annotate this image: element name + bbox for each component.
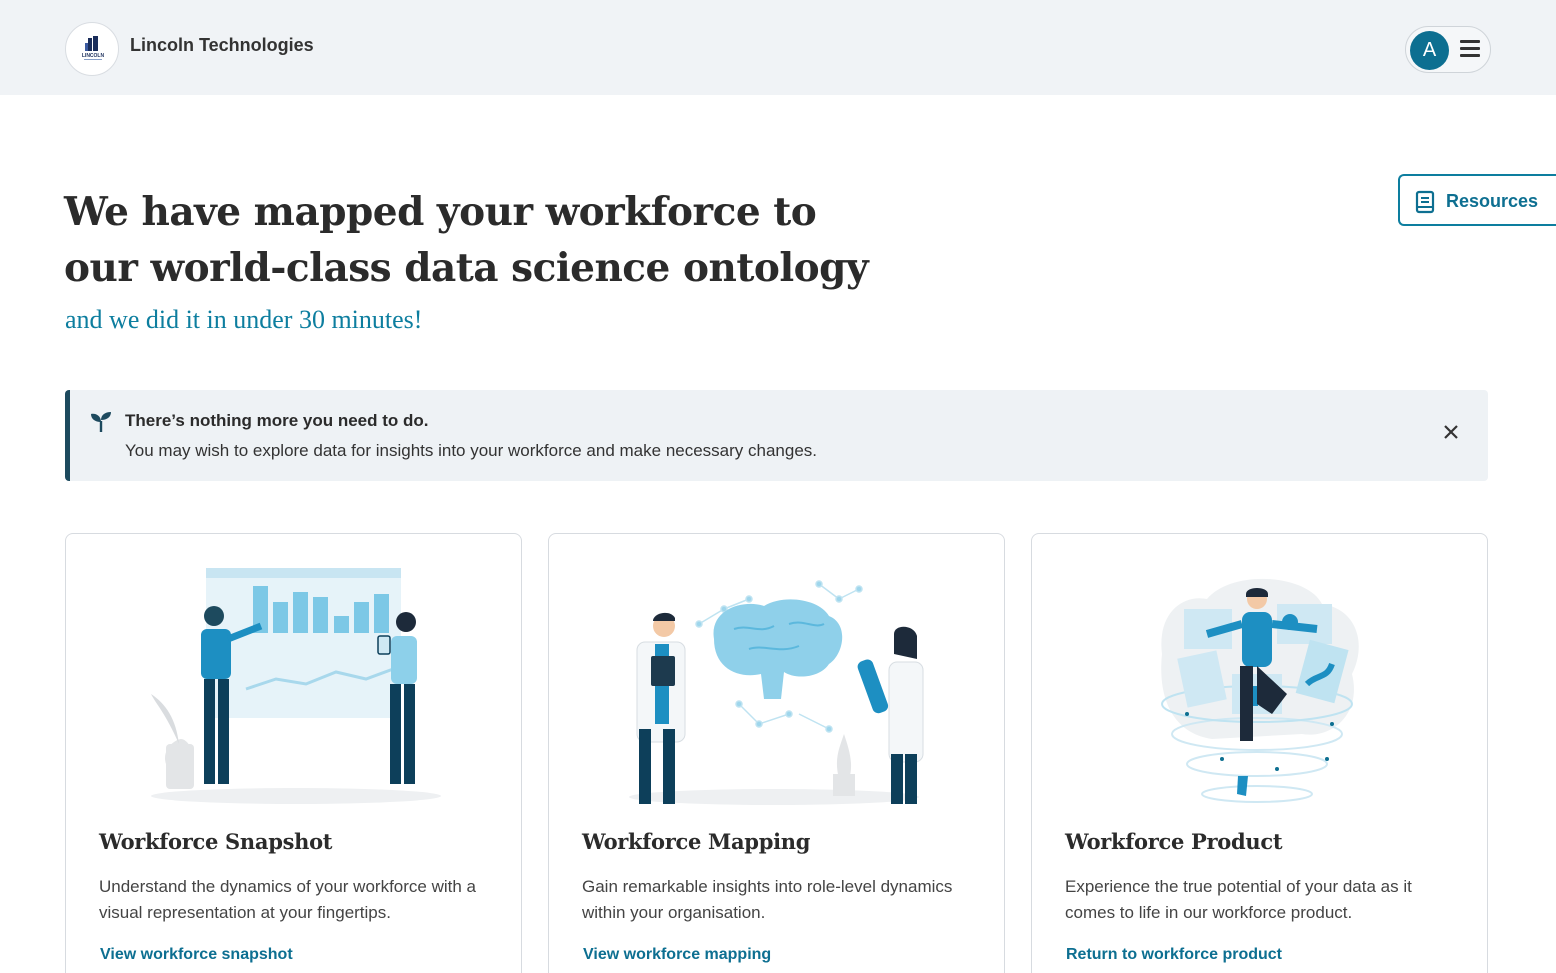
notice-body: You may wish to explore data for insight… xyxy=(125,441,818,460)
card-title: Workforce Mapping xyxy=(582,829,811,854)
user-menu-button[interactable]: A xyxy=(1405,26,1491,73)
card-description: Gain remarkable insights into role-level… xyxy=(582,877,953,922)
card-description: Experience the true potential of your da… xyxy=(1065,877,1412,922)
card-workforce-mapping: Workforce Mapping Gain remarkable insigh… xyxy=(548,533,1005,973)
page-title-line-2: our world-class data science ontology xyxy=(64,245,869,291)
sprout-icon xyxy=(91,412,111,432)
card-title: Workforce Snapshot xyxy=(99,829,333,854)
svg-text:LINCOLN: LINCOLN xyxy=(82,53,105,59)
book-icon xyxy=(1415,190,1435,214)
card-description: Understand the dynamics of your workforc… xyxy=(99,877,477,922)
resources-button[interactable]: Resources xyxy=(1398,174,1556,226)
hamburger-menu-icon[interactable] xyxy=(1460,40,1480,60)
top-header: LINCOLN Lincoln Technologies A xyxy=(0,0,1556,95)
lincoln-logo-icon: LINCOLN xyxy=(82,36,105,60)
notice-title: There’s nothing more you need to do. xyxy=(125,411,429,430)
resources-button-label: Resources xyxy=(1446,191,1539,211)
page-subtitle: and we did it in under 30 minutes! xyxy=(65,305,423,334)
view-workforce-snapshot-link[interactable]: View workforce snapshot xyxy=(100,946,293,964)
card-workforce-product: Workforce Product Experience the true po… xyxy=(1031,533,1488,973)
return-to-workforce-product-link[interactable]: Return to workforce product xyxy=(1066,946,1282,964)
workforce-product-illustration xyxy=(1161,578,1359,803)
close-icon[interactable] xyxy=(1442,423,1460,441)
workforce-mapping-illustration xyxy=(629,580,924,805)
workforce-snapshot-illustration xyxy=(151,568,441,804)
company-name: Lincoln Technologies xyxy=(130,35,314,55)
company-logo[interactable]: LINCOLN xyxy=(65,22,119,76)
page-title: We have mapped your workforce to our wor… xyxy=(64,184,924,296)
user-avatar[interactable]: A xyxy=(1410,31,1449,70)
card-workforce-snapshot: Workforce Snapshot Understand the dynami… xyxy=(65,533,522,973)
view-workforce-mapping-link[interactable]: View workforce mapping xyxy=(583,946,771,964)
info-notice: There’s nothing more you need to do. You… xyxy=(65,390,1488,481)
card-title: Workforce Product xyxy=(1065,829,1283,854)
page-title-line-1: We have mapped your workforce to xyxy=(64,189,817,235)
